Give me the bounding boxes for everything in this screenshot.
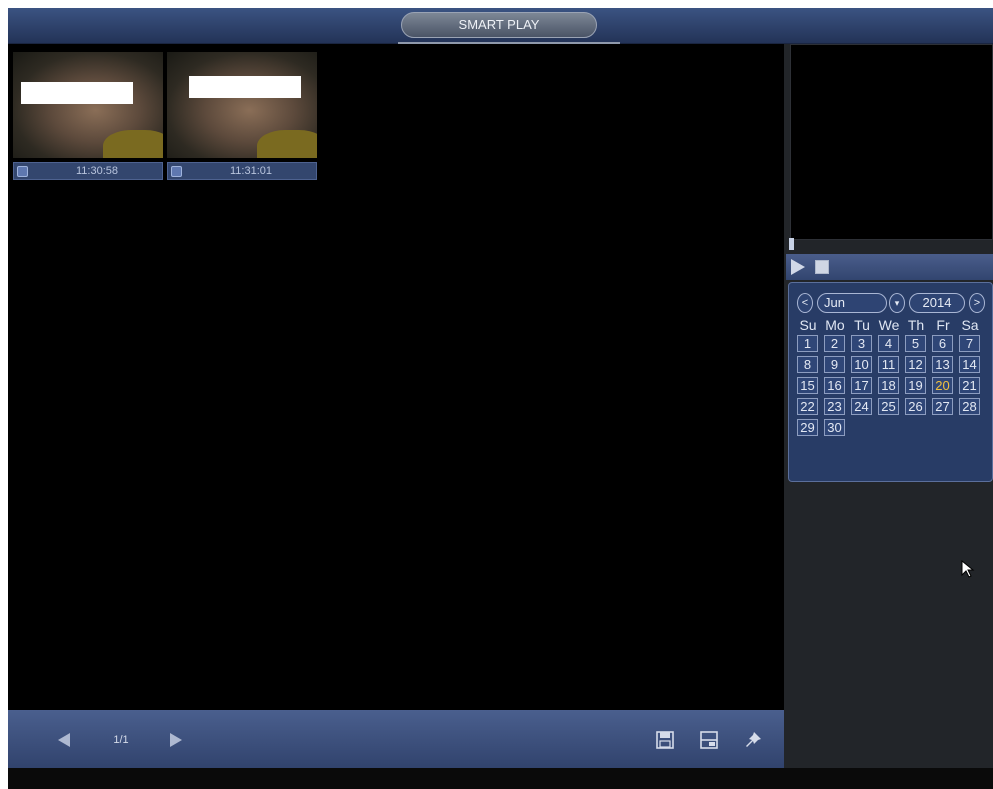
smart-play-screen: SMART PLAY 11:30:58 11:31:01 1/1 < Jun ▾…	[8, 8, 993, 789]
weekday-label: Th	[907, 317, 925, 333]
results-area: 11:30:58 11:31:01	[8, 44, 784, 710]
calendar-day[interactable]: 18	[878, 377, 899, 394]
calendar-day[interactable]: 5	[905, 335, 926, 352]
redaction-box	[189, 76, 301, 98]
calendar-day[interactable]: 30	[824, 419, 845, 436]
calendar-day[interactable]: 14	[959, 356, 980, 373]
mouse-cursor-icon	[961, 559, 975, 578]
calendar-day[interactable]: 19	[905, 377, 926, 394]
stop-button[interactable]	[815, 260, 829, 274]
play-icon	[791, 259, 805, 275]
pin-icon	[746, 732, 761, 747]
calendar-day[interactable]: 2	[824, 335, 845, 352]
weekday-label: We	[878, 317, 900, 333]
calendar-day[interactable]: 8	[797, 356, 818, 373]
calendar: < Jun ▾ 2014 > Su Mo Tu We Th Fr Sa 1 2 …	[788, 282, 993, 482]
calendar-days: 1 2 3 4 5 6 7 8 9 10 11 12 13 14 15 16 1…	[795, 335, 993, 445]
smart-play-title: SMART PLAY	[401, 12, 597, 38]
calendar-day[interactable]: 12	[905, 356, 926, 373]
snapshot-shoulder	[103, 130, 163, 158]
bottom-toolbar: 1/1	[8, 710, 784, 768]
calendar-day[interactable]: 17	[851, 377, 872, 394]
month-select[interactable]: Jun	[817, 293, 887, 313]
face-snapshot[interactable]	[13, 52, 163, 158]
calendar-day[interactable]: 3	[851, 335, 872, 352]
timeline-marker[interactable]	[789, 238, 794, 250]
year-select[interactable]: 2014	[909, 293, 965, 313]
next-month-button[interactable]: >	[969, 293, 985, 313]
thumbnail-info-bar: 11:31:01	[167, 162, 317, 180]
weekday-header: Su Mo Tu We Th Fr Sa	[795, 316, 993, 334]
page-indicator: 1/1	[113, 734, 129, 746]
next-page-button[interactable]	[166, 730, 186, 750]
thumbnail-time: 11:31:01	[229, 165, 272, 177]
save-icon	[656, 731, 674, 749]
prev-month-button[interactable]: <	[797, 293, 813, 313]
preview-window	[790, 44, 993, 240]
split-screen-icon	[700, 731, 718, 749]
play-button[interactable]	[790, 258, 806, 276]
calendar-day[interactable]: 26	[905, 398, 926, 415]
weekday-label: Su	[799, 317, 817, 333]
face-snapshot[interactable]	[167, 52, 317, 158]
calendar-day[interactable]: 16	[824, 377, 845, 394]
thumbnail-checkbox[interactable]	[171, 166, 182, 177]
calendar-day[interactable]: 25	[878, 398, 899, 415]
calendar-day[interactable]: 7	[959, 335, 980, 352]
triangle-right-icon	[170, 733, 182, 747]
thumbnail-result[interactable]: 11:31:01	[167, 52, 317, 187]
calendar-day[interactable]: 15	[797, 377, 818, 394]
thumbnail-info-bar: 11:30:58	[13, 162, 163, 180]
calendar-day[interactable]: 21	[959, 377, 980, 394]
layout-button[interactable]	[697, 728, 721, 752]
title-bar: SMART PLAY	[8, 8, 993, 44]
weekday-label: Mo	[825, 317, 845, 333]
calendar-day-today[interactable]: 20	[932, 377, 953, 394]
calendar-day[interactable]: 29	[797, 419, 818, 436]
thumbnail-result[interactable]: 11:30:58	[13, 52, 163, 187]
snapshot-shoulder	[257, 130, 317, 158]
calendar-day[interactable]: 6	[932, 335, 953, 352]
redaction-box	[21, 82, 133, 104]
thumbnail-time: 11:30:58	[75, 165, 118, 177]
calendar-day[interactable]: 10	[851, 356, 872, 373]
weekday-label: Fr	[936, 317, 950, 333]
pin-button[interactable]	[741, 728, 765, 752]
weekday-label: Tu	[854, 317, 870, 333]
triangle-left-icon	[58, 733, 70, 747]
calendar-day[interactable]: 1	[797, 335, 818, 352]
calendar-day[interactable]: 11	[878, 356, 899, 373]
prev-page-button[interactable]	[54, 730, 74, 750]
calendar-day[interactable]: 28	[959, 398, 980, 415]
calendar-day[interactable]: 13	[932, 356, 953, 373]
calendar-day[interactable]: 24	[851, 398, 872, 415]
weekday-label: Sa	[961, 317, 979, 333]
calendar-day[interactable]: 4	[878, 335, 899, 352]
month-dropdown-button[interactable]: ▾	[889, 293, 905, 313]
playback-controls	[786, 254, 993, 280]
calendar-day[interactable]: 9	[824, 356, 845, 373]
calendar-day[interactable]: 22	[797, 398, 818, 415]
save-button[interactable]	[653, 728, 677, 752]
thumbnail-checkbox[interactable]	[17, 166, 28, 177]
right-panel: < Jun ▾ 2014 > Su Mo Tu We Th Fr Sa 1 2 …	[784, 44, 993, 768]
calendar-day[interactable]: 27	[932, 398, 953, 415]
calendar-day[interactable]: 23	[824, 398, 845, 415]
